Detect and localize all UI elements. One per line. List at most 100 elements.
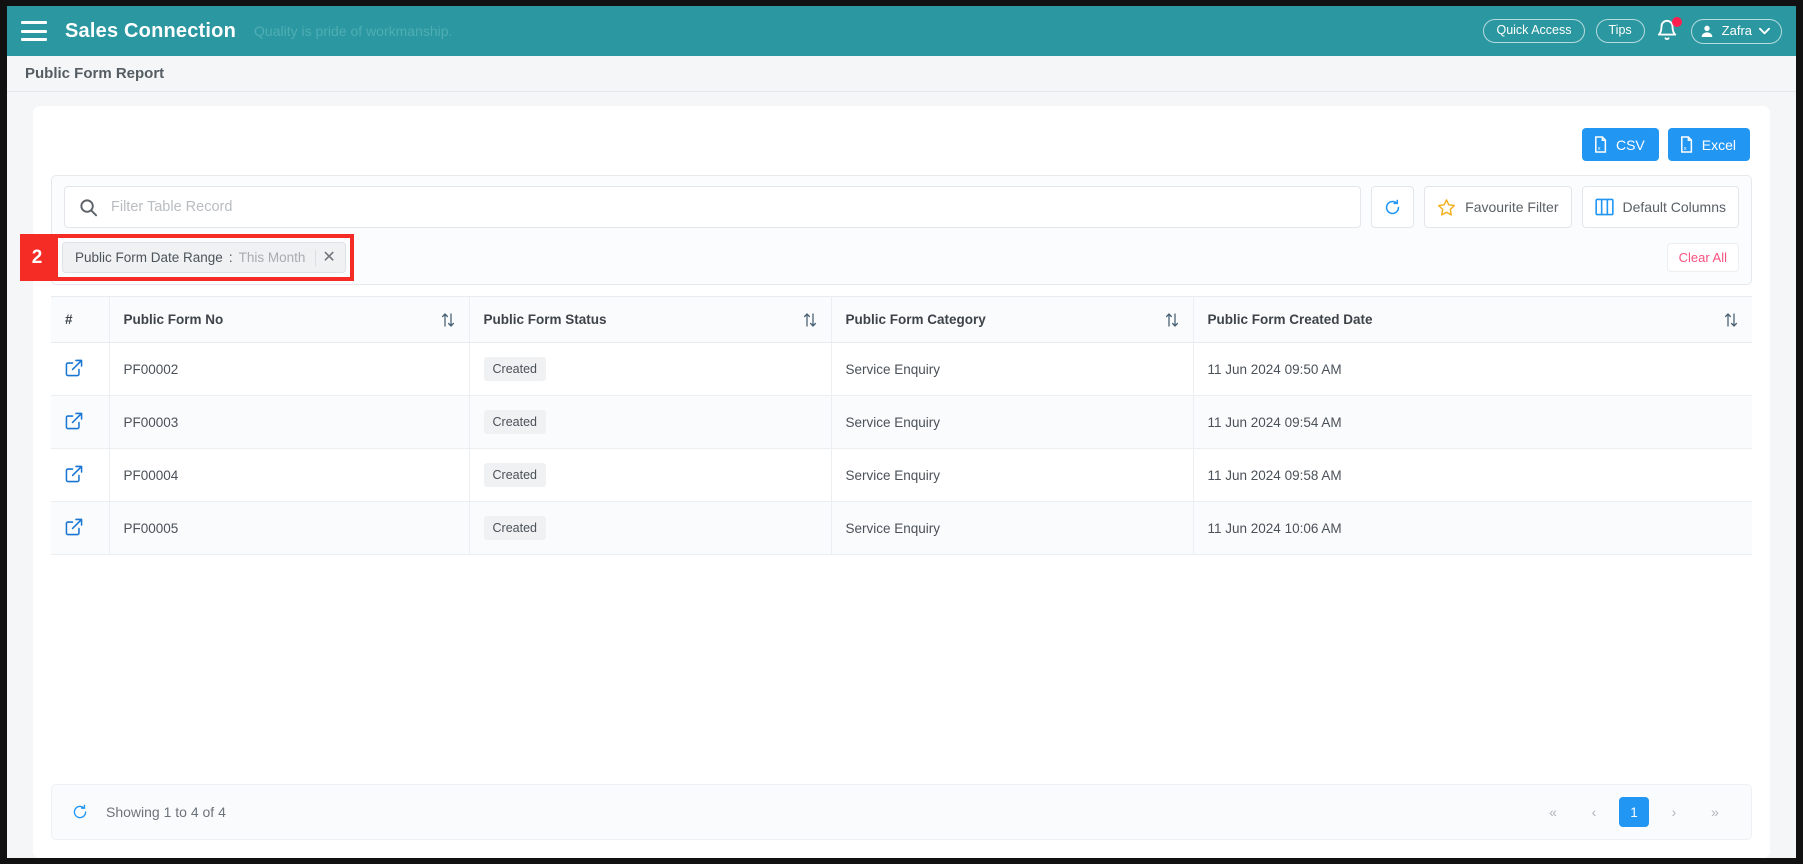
column-header-public-form-created-date-label: Public Form Created Date: [1207, 312, 1373, 327]
sort-updown-icon[interactable]: [803, 312, 817, 328]
column-header-index-label: #: [65, 312, 73, 327]
export-excel-label: Excel: [1701, 136, 1736, 153]
table-row: PF00005 Created Service Enquiry 11 Jun 2…: [51, 501, 1752, 555]
cell-public-form-status: Created: [469, 342, 832, 396]
cell-public-form-no: PF00003: [109, 395, 470, 449]
pagination-page-1[interactable]: 1: [1619, 797, 1649, 827]
column-header-public-form-category[interactable]: Public Form Category: [831, 296, 1194, 343]
table-body: PF00002 Created Service Enquiry 11 Jun 2…: [51, 342, 1752, 555]
close-icon[interactable]: ✕: [315, 249, 336, 266]
external-link-icon[interactable]: [65, 465, 83, 483]
table-head: # Public Form No Public Form Status Publ…: [51, 296, 1752, 343]
sort-updown-icon[interactable]: [1165, 312, 1179, 328]
user-menu[interactable]: Zafra: [1690, 18, 1782, 44]
notifications-button[interactable]: [1656, 17, 1682, 44]
cell-public-form-no: PF00002: [109, 342, 470, 396]
pagination-next-button[interactable]: ›: [1658, 797, 1690, 827]
favourite-filter-button[interactable]: Favourite Filter: [1424, 186, 1572, 228]
column-header-public-form-created-date[interactable]: Public Form Created Date: [1193, 296, 1752, 343]
topbar-actions: Quick Access Tips Zafra: [1483, 17, 1782, 44]
cell-public-form-no: PF00005: [109, 501, 470, 555]
search-icon: [79, 198, 98, 217]
csv-file-icon: x: [1593, 136, 1608, 153]
column-header-public-form-status[interactable]: Public Form Status: [469, 296, 832, 343]
brand-tagline: Quality is pride of workmanship.: [254, 23, 453, 39]
column-header-public-form-category-label: Public Form Category: [845, 312, 986, 327]
refresh-icon[interactable]: [72, 804, 88, 820]
cell-public-form-category: Service Enquiry: [831, 342, 1194, 396]
showing-text: Showing 1 to 4 of 4: [106, 804, 226, 820]
filter-panel: Favourite Filter Default Columns: [20, 175, 1752, 285]
filter-chip-public-form-date-range[interactable]: Public Form Date Range : This Month ✕: [62, 242, 346, 273]
default-columns-label: Default Columns: [1622, 199, 1727, 215]
page-content: x CSV x Excel Filter Table Record Favour…: [7, 92, 1796, 858]
table-header-row: # Public Form No Public Form Status Publ…: [51, 296, 1752, 343]
filter-chip-value: This Month: [238, 250, 306, 265]
export-excel-button[interactable]: x Excel: [1667, 128, 1750, 161]
status-badge: Created: [483, 357, 546, 381]
status-badge: Created: [483, 410, 546, 434]
cell-public-form-created-date: 11 Jun 2024 09:54 AM: [1193, 395, 1752, 449]
columns-icon: [1594, 198, 1614, 216]
external-link-icon[interactable]: [65, 518, 83, 536]
row-action-cell: [51, 448, 110, 502]
external-link-icon[interactable]: [65, 412, 83, 430]
row-action-cell: [51, 342, 110, 396]
svg-text:x: x: [1598, 146, 1601, 152]
report-card: x CSV x Excel Filter Table Record Favour…: [20, 106, 1770, 858]
star-icon: [1437, 198, 1456, 217]
avatar-icon: [1699, 23, 1715, 39]
export-actions: x CSV x Excel: [51, 120, 1752, 175]
annotation-highlight-box: Public Form Date Range : This Month ✕: [54, 234, 354, 281]
cell-public-form-status: Created: [469, 395, 832, 449]
user-name-label: Zafra: [1721, 23, 1752, 38]
table-footer: Showing 1 to 4 of 4 « ‹ 1 › »: [51, 784, 1752, 840]
notification-badge: [1671, 17, 1682, 27]
brand-title: Sales Connection: [65, 19, 237, 42]
clear-all-filters-button[interactable]: Clear All: [1666, 242, 1739, 272]
table-row: PF00002 Created Service Enquiry 11 Jun 2…: [51, 342, 1752, 396]
row-action-cell: [51, 395, 110, 449]
filter-toolbar: Favourite Filter Default Columns: [64, 186, 1739, 228]
cell-public-form-category: Service Enquiry: [831, 448, 1194, 502]
export-csv-label: CSV: [1615, 136, 1645, 153]
active-filters-row: 2 Public Form Date Range : This Month ✕ …: [20, 234, 1739, 281]
filter-chip-separator: :: [228, 250, 233, 265]
cell-public-form-created-date: 11 Jun 2024 10:06 AM: [1193, 501, 1752, 555]
excel-file-icon: x: [1679, 136, 1694, 153]
cell-public-form-no: PF00004: [109, 448, 470, 502]
annotation-callout: 2 Public Form Date Range : This Month ✕: [20, 234, 354, 281]
page-header: Public Form Report: [7, 56, 1796, 92]
column-header-public-form-no[interactable]: Public Form No: [109, 296, 470, 343]
cell-public-form-category: Service Enquiry: [831, 395, 1194, 449]
quick-access-button[interactable]: Quick Access: [1483, 19, 1585, 43]
search-box[interactable]: [64, 186, 1362, 228]
hamburger-icon[interactable]: [21, 21, 47, 41]
table-row: PF00004 Created Service Enquiry 11 Jun 2…: [51, 448, 1752, 502]
filter-chip-label: Public Form Date Range: [75, 250, 223, 265]
tips-button[interactable]: Tips: [1595, 19, 1645, 43]
status-badge: Created: [483, 463, 546, 487]
external-link-icon[interactable]: [65, 359, 83, 377]
default-columns-button[interactable]: Default Columns: [1581, 186, 1739, 228]
pagination-first-button[interactable]: «: [1537, 797, 1569, 827]
top-navigation-bar: Sales Connection Quality is pride of wor…: [7, 6, 1796, 56]
cell-public-form-category: Service Enquiry: [831, 501, 1194, 555]
page-title: Public Form Report: [25, 65, 165, 82]
cell-public-form-status: Created: [469, 448, 832, 502]
table-row: PF00003 Created Service Enquiry 11 Jun 2…: [51, 395, 1752, 449]
cell-public-form-created-date: 11 Jun 2024 09:50 AM: [1193, 342, 1752, 396]
app-window: Sales Connection Quality is pride of wor…: [0, 0, 1803, 864]
pagination-last-button[interactable]: »: [1699, 797, 1731, 827]
sort-updown-icon[interactable]: [1724, 312, 1738, 328]
export-csv-button[interactable]: x CSV: [1581, 128, 1659, 161]
report-table: # Public Form No Public Form Status Publ…: [51, 296, 1752, 555]
favourite-filter-label: Favourite Filter: [1465, 199, 1559, 215]
pagination: « ‹ 1 › »: [1537, 797, 1731, 827]
search-input[interactable]: [111, 199, 1347, 215]
refresh-table-button[interactable]: [1371, 186, 1415, 228]
column-header-public-form-status-label: Public Form Status: [483, 312, 607, 327]
sort-updown-icon[interactable]: [441, 312, 455, 328]
refresh-icon: [1384, 199, 1401, 216]
pagination-prev-button[interactable]: ‹: [1578, 797, 1610, 827]
